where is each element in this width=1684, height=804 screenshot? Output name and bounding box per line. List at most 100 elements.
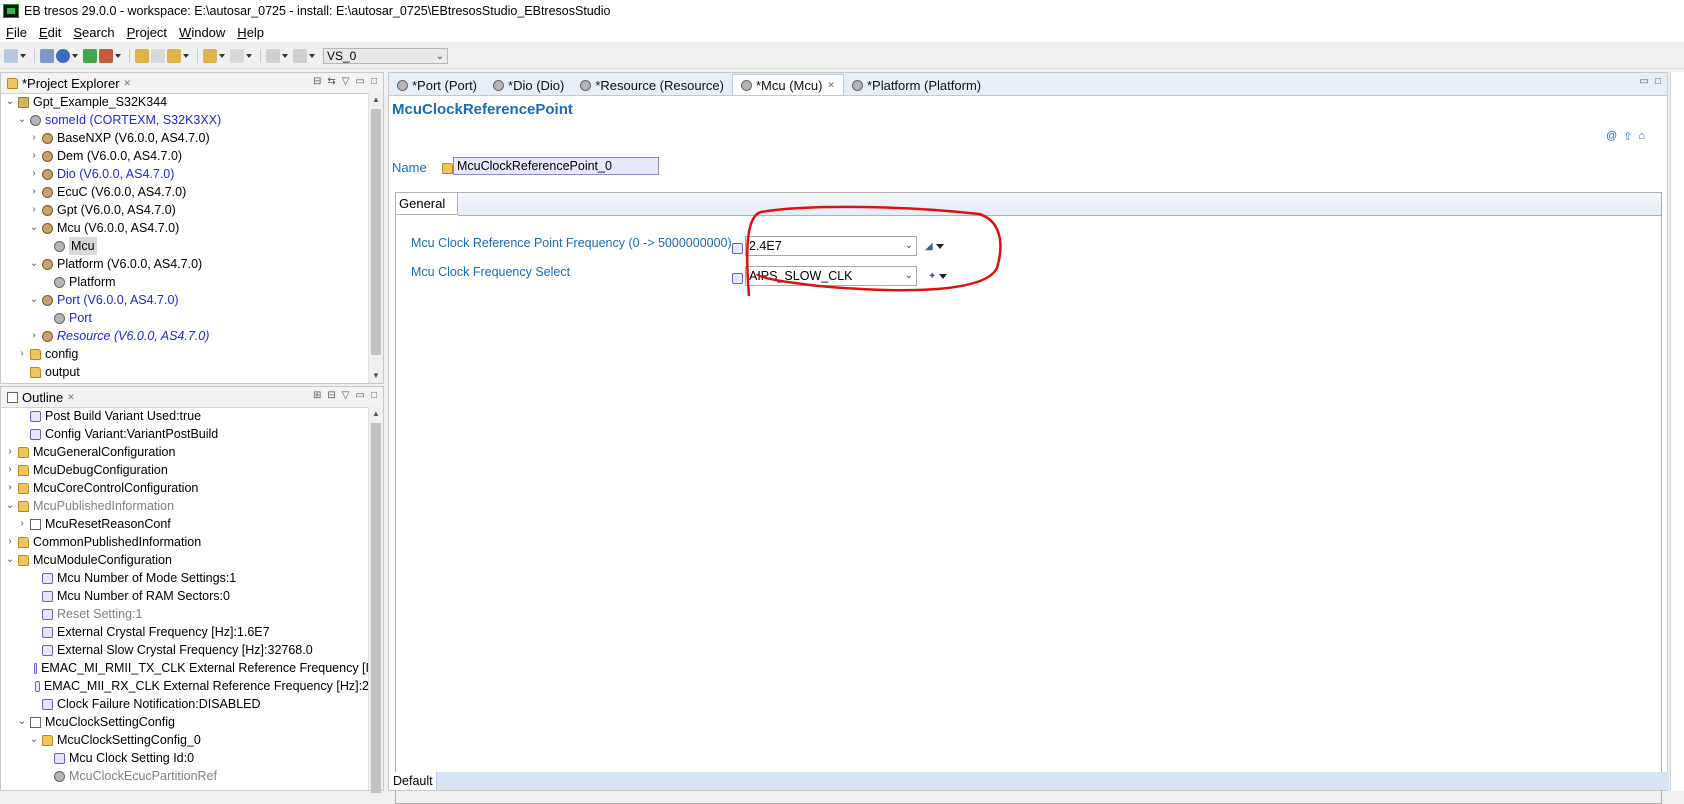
save-icon[interactable] [40,49,54,63]
chevron-right-icon[interactable]: › [5,443,15,461]
view-menu-icon[interactable]: ▽ [342,390,350,401]
scroll-up-icon[interactable]: ▲ [369,93,383,107]
tab-project-explorer[interactable]: *Project Explorer ✕ [1,73,137,93]
scrollbar-thumb[interactable] [371,423,381,793]
tree-item[interactable]: › BaseNXP (V6.0.0, AS4.7.0) [1,129,369,147]
new-dropdown-icon[interactable] [20,54,26,58]
edit-icon[interactable] [135,49,149,63]
chevron-right-icon[interactable]: › [5,533,15,551]
tree-item[interactable]: External Slow Crystal Frequency [Hz]:327… [1,641,369,659]
tree-item[interactable]: ⌄ Gpt_Example_S32K344 [1,93,369,111]
tree-item[interactable]: EMAC_MII_RX_CLK External Reference Frequ… [1,677,369,695]
tree-item[interactable]: Port [1,309,369,327]
chevron-right-icon[interactable]: › [29,201,39,219]
chevron-right-icon[interactable]: › [29,129,39,147]
chevron-down-icon[interactable]: ⌄ [29,291,39,309]
expand-all-icon[interactable]: ⊞ [313,390,321,401]
view-menu-icon[interactable]: ▽ [342,76,350,87]
scrollbar-thumb[interactable] [371,109,381,355]
minimize-icon[interactable]: ▭ [1640,76,1649,87]
tree-item[interactable]: External Crystal Frequency [Hz]:1.6E7 [1,623,369,641]
chevron-right-icon[interactable]: › [29,147,39,165]
tree-item[interactable]: Post Build Variant Used:true [1,407,369,425]
next-annotation-icon[interactable] [293,49,307,63]
globe-icon[interactable] [56,49,70,63]
forward-dropdown-icon[interactable] [246,54,252,58]
minimize-icon[interactable]: ▭ [356,390,365,401]
back-icon[interactable] [203,49,217,63]
tree-item[interactable]: › McuCoreControlConfiguration [1,479,369,497]
tree-item[interactable]: Reset Setting:1 [1,605,369,623]
close-icon[interactable]: ✕ [67,392,75,403]
tree-item[interactable]: › config [1,345,369,363]
tree-item[interactable]: ⌄ Mcu (V6.0.0, AS4.7.0) [1,219,369,237]
collapse-all-icon[interactable]: ⊟ [327,390,335,401]
menu-item[interactable]: Edit [33,25,67,40]
next-annotation-dropdown-icon[interactable] [309,54,315,58]
close-icon[interactable]: ✕ [827,80,835,91]
chevron-right-icon[interactable]: › [29,183,39,201]
tree-item[interactable]: › Dem (V6.0.0, AS4.7.0) [1,147,369,165]
link-icon[interactable] [151,49,165,63]
scroll-up-icon[interactable]: ▲ [369,407,383,421]
chevron-right-icon[interactable]: › [17,345,27,363]
tree-item[interactable]: ⌄ McuModuleConfiguration [1,551,369,569]
tree-item[interactable]: Clock Failure Notification:DISABLED [1,695,369,713]
tree-item[interactable]: › McuDebugConfiguration [1,461,369,479]
chevron-down-icon[interactable]: ⌄ [5,93,15,111]
editor-tab[interactable]: *Dio (Dio) [485,75,572,95]
forward-icon[interactable] [230,49,244,63]
maximize-icon[interactable]: □ [1655,76,1661,87]
globe-dropdown-icon[interactable] [72,54,78,58]
chevron-down-icon[interactable]: ⌄ [29,731,39,749]
tree-item[interactable]: ⌄ Platform (V6.0.0, AS4.7.0) [1,255,369,273]
generate-icon[interactable] [99,49,113,63]
menu-item[interactable]: File [0,25,33,40]
link-editor-icon[interactable]: ⇆ [327,76,335,87]
menu-item[interactable]: Help [231,25,270,40]
prev-annotation-icon[interactable] [266,49,280,63]
tree-item[interactable]: McuClockEcucPartitionRef [1,767,369,785]
scroll-down-icon[interactable]: ▼ [369,369,383,383]
chevron-right-icon[interactable]: › [5,461,15,479]
editor-tab[interactable]: *Resource (Resource) [572,75,732,95]
tree-item[interactable]: › Dio (V6.0.0, AS4.7.0) [1,165,369,183]
tree-item[interactable]: › Gpt (V6.0.0, AS4.7.0) [1,201,369,219]
outline-scrollbar[interactable]: ▲ [368,407,383,793]
generate-dropdown-icon[interactable] [115,54,121,58]
chevron-down-icon[interactable]: ⌄ [29,255,39,273]
chevron-right-icon[interactable]: › [17,515,27,533]
menu-item[interactable]: Search [67,25,120,40]
tree-item[interactable]: Mcu [1,237,369,255]
chevron-down-icon[interactable]: ⌄ [5,497,15,515]
tree-item[interactable]: › McuGeneralConfiguration [1,443,369,461]
prev-annotation-dropdown-icon[interactable] [282,54,288,58]
chevron-down-icon[interactable]: ⌄ [29,219,39,237]
tab-outline[interactable]: Outline ✕ [1,387,81,407]
project-explorer-scrollbar[interactable]: ▲ ▼ [368,93,383,383]
chevron-down-icon[interactable]: ⌄ [17,713,27,731]
menu-item[interactable]: Window [173,25,231,40]
tree-item[interactable]: Mcu Number of RAM Sectors:0 [1,587,369,605]
tree-item[interactable]: ⌄ McuClockSettingConfig_0 [1,731,369,749]
chevron-right-icon[interactable]: › [5,479,15,497]
tree-item[interactable]: output [1,363,369,381]
tree-item[interactable]: Mcu Clock Setting Id:0 [1,749,369,767]
chevron-right-icon[interactable]: › [29,327,39,345]
tree-item[interactable]: Config Variant:VariantPostBuild [1,425,369,443]
new-icon[interactable] [4,49,18,63]
back-dropdown-icon[interactable] [219,54,225,58]
tree-item[interactable]: › EcuC (V6.0.0, AS4.7.0) [1,183,369,201]
tree-item[interactable]: › CommonPublishedInformation [1,533,369,551]
tree-item[interactable]: ⌄ someId (CORTEXM, S32K3XX) [1,111,369,129]
close-icon[interactable]: ✕ [124,78,132,89]
tree-item[interactable]: Platform [1,273,369,291]
tree-item[interactable]: ⌄ McuPublishedInformation [1,497,369,515]
menu-item[interactable]: Project [121,25,173,40]
editor-tab[interactable]: *Port (Port) [389,75,485,95]
chevron-down-icon[interactable]: ⌄ [5,551,15,569]
minimize-icon[interactable]: ▭ [356,76,365,87]
variant-select[interactable]: VS_0 ⌄ [323,48,448,64]
tab-default[interactable]: Default [389,772,437,790]
pin-dropdown-icon[interactable] [183,54,189,58]
